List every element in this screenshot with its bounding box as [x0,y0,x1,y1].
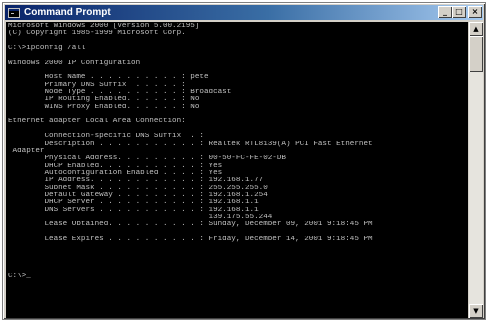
window-title: Command Prompt [24,7,111,18]
console-line: 139.175.55.244 [8,213,273,221]
console-line: Connection-specific DNS Suffix . : [8,133,204,141]
console-line: Ethernet adapter Local Area Connection: [8,118,186,126]
maximize-button[interactable]: □ [452,6,466,18]
close-icon: × [471,7,479,16]
console-line: Windows 2000 IP Configuration [8,59,141,67]
console-line: IP Routing Enabled. . . . . . : No [8,96,200,104]
console-line: Lease Obtained. . . . . . . . . . : Sund… [8,221,373,229]
console-line: Description . . . . . . . . . . . : Real… [8,140,373,148]
scroll-up-button[interactable]: ▲ [469,22,483,36]
console-line: Lease Expires . . . . . . . . . . : Frid… [8,235,373,243]
vertical-scrollbar[interactable]: ▲ ▼ [469,22,483,318]
console-line: Default Gateway . . . . . . . . . : 192.… [8,191,268,199]
console-line: Autoconfiguration Enabled . . . . : Yes [8,169,223,177]
title-bar[interactable]: Command Prompt _ □ × [5,5,483,20]
console-line: DHCP Enabled. . . . . . . . . . . : Yes [8,162,223,170]
console-line: WINS Proxy Enabled. . . . . . : No [8,103,200,111]
console-line: DHCP Server . . . . . . . . . . . : 192.… [8,199,259,207]
arrow-down-icon: ▼ [473,307,479,315]
console-line: Host Name . . . . . . . . . . : pete [8,74,209,82]
window-controls: _ □ × [438,6,482,18]
arrow-up-icon: ▲ [473,25,479,33]
console-line: Microsoft Windows 2000 [Version 5.00.219… [8,23,200,30]
console-line: C:\>ipconfig /all [8,45,86,53]
console-line: Physical Address. . . . . . . . . : 00-5… [8,155,286,163]
command-prompt-window: Command Prompt _ □ × Microsoft Windows 2… [2,2,486,320]
console-line: IP Address. . . . . . . . . . . . : 192.… [8,177,264,185]
console-line: Subnet Mask . . . . . . . . . . . : 255.… [8,184,268,192]
minimize-button[interactable]: _ [438,6,452,18]
maximize-icon: □ [455,7,463,16]
console-output[interactable]: Microsoft Windows 2000 [Version 5.00.219… [6,22,468,318]
console-line: DNS Servers . . . . . . . . . . . : 192.… [8,206,259,214]
console-line: (C) Copyright 1985-1999 Microsoft Corp. [8,30,186,38]
minimize-icon: _ [443,7,447,16]
console-line: Node Type . . . . . . . . . . : Broadcas… [8,89,232,97]
command-prompt-icon[interactable] [8,7,20,18]
scroll-down-button[interactable]: ▼ [469,304,483,318]
scrollbar-thumb[interactable] [469,36,483,72]
console-line: Adapter [8,147,45,155]
close-button[interactable]: × [468,6,482,18]
console-line: Primary DNS Suffix . . . . . : [8,81,186,89]
console-line: C:\>_ [8,272,31,280]
